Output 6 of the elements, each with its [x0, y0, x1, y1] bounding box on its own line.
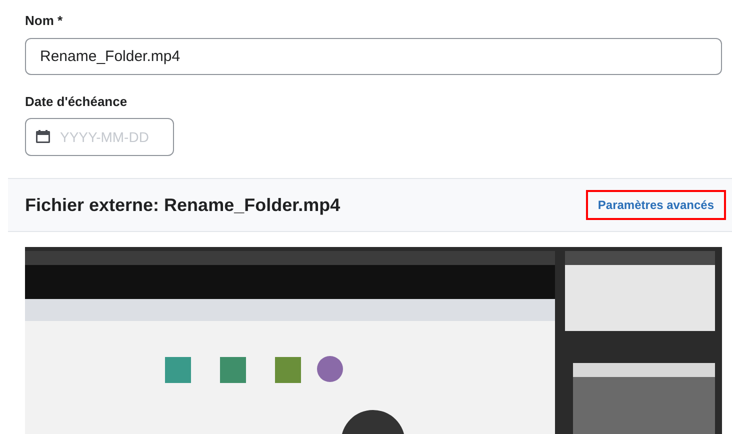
date-input-field[interactable]: YYYY-MM-DD: [25, 118, 174, 156]
field-label: Date d'échéance: [25, 92, 128, 110]
section-title: Fichier externe: Rename_Folder.mp4: [25, 194, 340, 216]
field-label: Nom *: [25, 12, 63, 30]
name-input-field[interactable]: Rename_Folder.mp4: [25, 38, 722, 75]
advanced-settings-link[interactable]: Paramètres avancés: [586, 190, 726, 220]
